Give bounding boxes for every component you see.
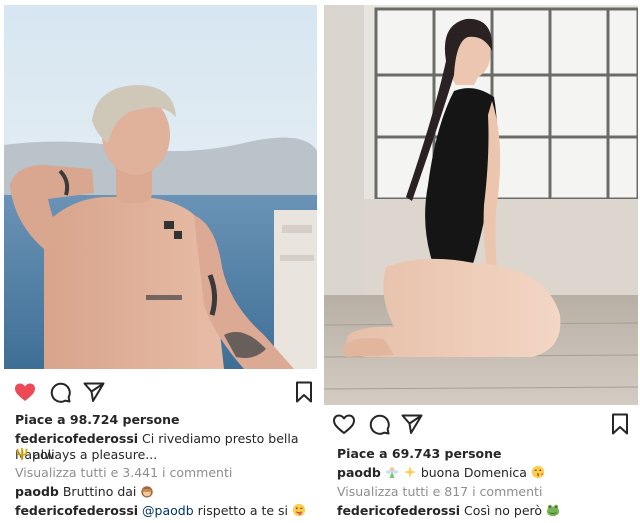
comment-button[interactable] — [365, 410, 393, 438]
heart-icon — [15, 383, 35, 401]
comment-item: paodb Bruttino dai — [15, 484, 312, 500]
heart-icon — [333, 414, 355, 434]
save-button[interactable] — [606, 410, 634, 438]
comment-username[interactable]: federicofederossi — [15, 503, 138, 518]
paper-plane-icon — [401, 414, 423, 434]
likes-count[interactable]: Piace a 98.724 persone — [15, 412, 180, 427]
trident-emoji — [16, 447, 28, 461]
comment-username[interactable]: paodb — [15, 484, 59, 499]
post-actions-bar — [0, 378, 320, 406]
share-button[interactable] — [398, 410, 426, 438]
caption-text-line2: always a pleasure... — [32, 447, 158, 462]
like-button[interactable] — [11, 378, 39, 406]
save-button[interactable] — [290, 378, 318, 406]
caption-username[interactable]: paodb — [337, 465, 381, 480]
comment-text: Bruttino dai — [62, 484, 137, 499]
view-all-comments-link[interactable]: Visualizza tutti e 3.441 i commenti — [15, 465, 312, 481]
caption-username[interactable]: federicofederossi — [15, 431, 138, 446]
post-card-paodb: Piace a 69.743 persone paodb buona Domen… — [322, 0, 640, 523]
post-card-federicofederossi: Piace a 98.724 persone federicofederossi… — [0, 0, 320, 523]
comment-bubble-icon — [50, 382, 71, 403]
frog-face-emoji — [546, 504, 560, 517]
post-actions-bar — [322, 410, 640, 438]
comment-text: rispetto a te si — [197, 503, 288, 518]
comment-item: federicofederossi @paodb rispetto a te s… — [15, 503, 312, 519]
comment-text: Così no però — [464, 503, 543, 518]
see-no-evil-monkey-emoji — [141, 486, 154, 498]
comment-mention[interactable]: @paodb — [142, 503, 194, 518]
caption: paodb buona Domenica — [337, 465, 632, 481]
post-photo-studio[interactable] — [324, 5, 638, 405]
comment-button[interactable] — [46, 378, 74, 406]
caption-continued: always a pleasure... — [15, 447, 312, 463]
caption-text: buona Domenica — [420, 465, 527, 480]
view-all-comments-link[interactable]: Visualizza tutti e 817 i commenti — [337, 484, 632, 500]
bookmark-icon — [612, 413, 628, 435]
share-button[interactable] — [80, 378, 108, 406]
post-image — [324, 5, 638, 405]
likes-count[interactable]: Piace a 69.743 persone — [337, 446, 502, 461]
bookmark-icon — [296, 381, 312, 403]
post-image — [4, 5, 317, 369]
comment-username[interactable]: federicofederossi — [337, 503, 460, 518]
kiss-face-emoji — [531, 465, 545, 479]
comment-bubble-icon — [369, 414, 390, 435]
like-button[interactable] — [330, 410, 358, 438]
paper-plane-icon — [83, 382, 105, 402]
fairy-emoji — [385, 467, 398, 479]
sparkles-emoji — [403, 465, 416, 479]
tongue-wink-face-emoji — [292, 503, 306, 517]
comment-item: federicofederossi Così no però — [337, 503, 632, 519]
post-photo-napoli[interactable] — [4, 5, 317, 369]
